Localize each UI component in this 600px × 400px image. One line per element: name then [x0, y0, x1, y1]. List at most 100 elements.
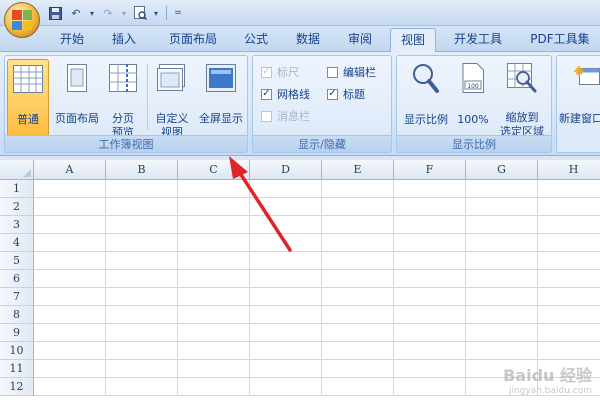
grid-cell[interactable] [34, 306, 106, 324]
grid-cell[interactable] [466, 270, 538, 288]
tab-page-layout[interactable]: 页面布局 [160, 28, 226, 52]
grid-cell[interactable] [538, 270, 600, 288]
redo-icon[interactable]: ↷ [99, 4, 117, 22]
grid-cell[interactable] [538, 288, 600, 306]
gridlines-checkbox[interactable]: ✓ [261, 88, 272, 100]
grid-cell[interactable] [178, 288, 250, 306]
ruler-checkbox[interactable]: ✓ [261, 66, 272, 78]
grid-cell[interactable] [178, 324, 250, 342]
column-header-f[interactable]: F [394, 160, 466, 180]
grid-cell[interactable] [34, 360, 106, 378]
grid-cell[interactable] [538, 234, 600, 252]
headings-checkbox-row[interactable]: ✓ 标题 [327, 86, 365, 102]
grid-cell[interactable] [322, 270, 394, 288]
grid-cell[interactable] [34, 216, 106, 234]
grid-cell[interactable] [34, 324, 106, 342]
grid-cell[interactable] [250, 234, 322, 252]
tab-formulas[interactable]: 公式 [234, 28, 278, 52]
tab-view[interactable]: 视图 [390, 28, 436, 53]
row-header-6[interactable]: 6 [0, 270, 34, 288]
grid-cell[interactable] [466, 342, 538, 360]
dropdown-arrow-icon[interactable]: ▾ [120, 4, 128, 22]
custom-views-button[interactable]: 自定义 视图 [151, 59, 193, 139]
page-layout-view-button[interactable]: 页面布局 [51, 59, 103, 137]
grid-cell[interactable] [250, 306, 322, 324]
grid-cell[interactable] [250, 342, 322, 360]
grid-cell[interactable] [250, 378, 322, 396]
grid-cell[interactable] [466, 324, 538, 342]
grid-cell[interactable] [538, 252, 600, 270]
grid-cell[interactable] [250, 360, 322, 378]
grid-cell[interactable] [322, 306, 394, 324]
row-header-11[interactable]: 11 [0, 360, 34, 378]
grid-cell[interactable] [394, 270, 466, 288]
grid-cell[interactable] [178, 180, 250, 198]
row-header-12[interactable]: 12 [0, 378, 34, 396]
office-button[interactable] [4, 2, 40, 38]
grid-cell[interactable] [394, 342, 466, 360]
grid-cell[interactable] [322, 234, 394, 252]
grid-cell[interactable] [106, 198, 178, 216]
grid-cell[interactable] [538, 198, 600, 216]
page-break-preview-button[interactable]: 分页 预览 [103, 59, 143, 139]
zoom-button[interactable]: 显示比例 [399, 59, 453, 137]
grid-cell[interactable] [394, 234, 466, 252]
column-header-e[interactable]: E [322, 160, 394, 180]
headings-checkbox[interactable]: ✓ [327, 88, 338, 100]
grid-cell[interactable] [394, 324, 466, 342]
grid-cell[interactable] [34, 198, 106, 216]
new-window-button[interactable]: 新建窗口 [559, 59, 600, 137]
grid-cell[interactable] [322, 324, 394, 342]
grid-cell[interactable] [466, 306, 538, 324]
grid-cell[interactable] [322, 342, 394, 360]
grid-cell[interactable] [178, 306, 250, 324]
grid-cell[interactable] [322, 180, 394, 198]
grid-cell[interactable] [250, 324, 322, 342]
grid-cell[interactable] [178, 198, 250, 216]
grid-cell[interactable] [106, 324, 178, 342]
grid-cell[interactable] [466, 288, 538, 306]
normal-view-button[interactable]: 普通 [7, 59, 49, 137]
grid-cell[interactable] [466, 198, 538, 216]
undo-icon[interactable]: ↶ [67, 4, 85, 22]
column-header-h[interactable]: H [538, 160, 600, 180]
grid-cell[interactable] [34, 180, 106, 198]
grid-cell[interactable] [178, 252, 250, 270]
tab-insert[interactable]: 插入 [102, 28, 146, 52]
grid-cell[interactable] [178, 342, 250, 360]
grid-cell[interactable] [466, 180, 538, 198]
print-preview-icon[interactable] [131, 4, 149, 22]
grid-cell[interactable] [34, 234, 106, 252]
grid-cell[interactable] [394, 360, 466, 378]
row-header-9[interactable]: 9 [0, 324, 34, 342]
tab-pdf-tools[interactable]: PDF工具集 [522, 28, 598, 52]
grid-cell[interactable] [34, 288, 106, 306]
grid-cell[interactable] [322, 288, 394, 306]
row-header-10[interactable]: 10 [0, 342, 34, 360]
grid-cell[interactable] [394, 378, 466, 396]
grid-cell[interactable] [322, 378, 394, 396]
grid-cell[interactable] [538, 306, 600, 324]
grid-cell[interactable] [538, 216, 600, 234]
customize-icon[interactable]: = [173, 4, 183, 22]
grid-cell[interactable] [538, 180, 600, 198]
grid-cell[interactable] [178, 360, 250, 378]
grid-cell[interactable] [322, 360, 394, 378]
row-header-3[interactable]: 3 [0, 216, 34, 234]
grid-cell[interactable] [250, 180, 322, 198]
grid-cell[interactable] [394, 180, 466, 198]
tab-developer[interactable]: 开发工具 [446, 28, 510, 52]
grid-cell[interactable] [466, 252, 538, 270]
tab-review[interactable]: 审阅 [338, 28, 382, 52]
grid-cell[interactable] [394, 216, 466, 234]
dropdown-arrow-icon[interactable]: ▾ [88, 4, 96, 22]
ruler-checkbox-row[interactable]: ✓ 标尺 [261, 64, 299, 80]
grid-cell[interactable] [106, 378, 178, 396]
grid-cell[interactable] [34, 342, 106, 360]
row-header-5[interactable]: 5 [0, 252, 34, 270]
column-header-a[interactable]: A [34, 160, 106, 180]
save-icon[interactable] [46, 4, 64, 22]
row-header-1[interactable]: 1 [0, 180, 34, 198]
select-all-corner[interactable] [0, 160, 34, 180]
grid-cell[interactable] [106, 360, 178, 378]
